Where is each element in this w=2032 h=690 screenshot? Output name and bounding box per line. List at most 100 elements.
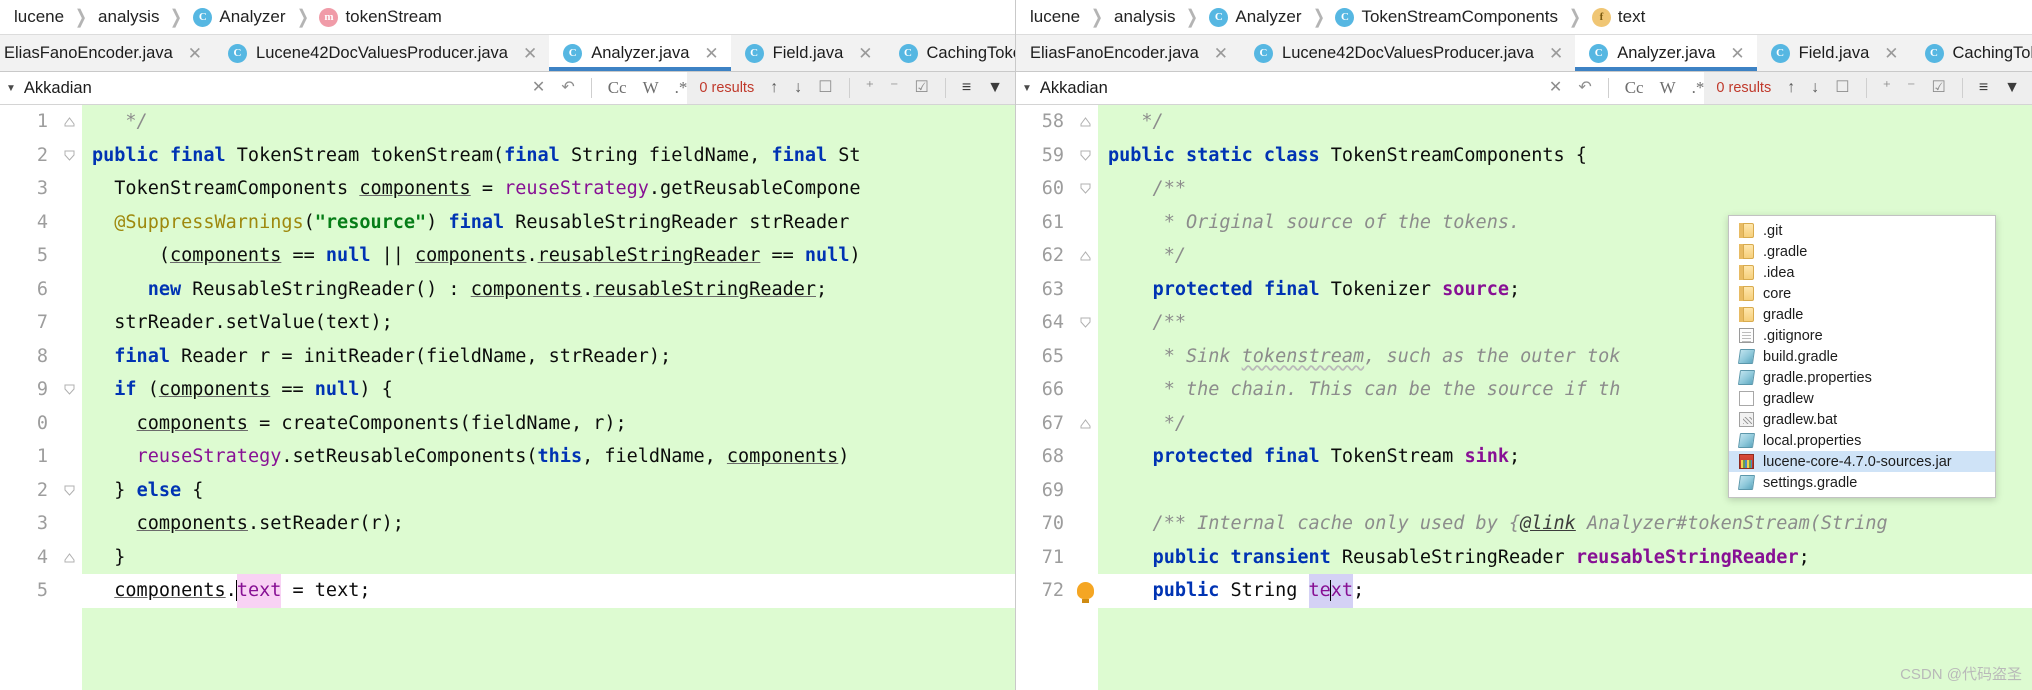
breadcrumb-item-lucene[interactable]: lucene <box>1030 7 1080 27</box>
editor-tab-lucene42docvaluesproducer[interactable]: C Lucene42DocValuesProducer.java ✕ <box>214 35 550 71</box>
code-line[interactable]: public final TokenStream tokenStream(fin… <box>82 139 1015 173</box>
breadcrumb-item-analyzer[interactable]: C Analyzer <box>1209 7 1302 27</box>
check-lines-icon[interactable]: ☑ <box>914 80 928 96</box>
fold-collapse-icon[interactable] <box>1079 316 1092 329</box>
check-lines-icon[interactable]: ☑ <box>1931 80 1945 96</box>
list-item[interactable]: core <box>1729 283 1995 304</box>
close-icon[interactable]: ✕ <box>523 45 537 62</box>
close-icon[interactable]: ✕ <box>1884 45 1898 62</box>
fold-collapse-icon[interactable] <box>63 484 76 497</box>
list-item[interactable]: gradle <box>1729 304 1995 325</box>
sort-lines-icon[interactable]: ≡ <box>1979 80 1988 96</box>
breadcrumb-item-analysis[interactable]: analysis <box>98 7 159 27</box>
search-input[interactable]: Akkadian <box>24 79 92 98</box>
close-icon[interactable]: ✕ <box>1549 45 1563 62</box>
find-input-group[interactable]: ▼ Akkadian <box>1016 72 1108 104</box>
file-list-popup[interactable]: .git .gradle .idea core gradle .gitignor… <box>1728 215 1996 498</box>
list-item[interactable]: settings.gradle <box>1729 472 1995 493</box>
fold-end-icon[interactable] <box>63 551 76 564</box>
breadcrumb-item-lucene[interactable]: lucene <box>14 7 64 27</box>
code-line[interactable]: } else { <box>82 474 1015 508</box>
find-next-icon[interactable]: ↓ <box>1811 80 1819 96</box>
editor-tab-cachingtoke[interactable]: C CachingToke <box>1910 35 2032 71</box>
code-line[interactable]: reuseStrategy .setReusableComponents(this… <box>82 440 1015 474</box>
fold-collapse-icon[interactable] <box>63 383 76 396</box>
sort-lines-icon[interactable]: ≡ <box>962 80 971 96</box>
remove-line-icon[interactable]: ⁻ <box>890 80 898 96</box>
fold-end-icon[interactable] <box>1079 249 1092 262</box>
editor-tab-eliasfanoencoder[interactable]: EliasFanoEncoder.java ✕ <box>1016 35 1241 71</box>
select-all-occurrences-icon[interactable]: ☐ <box>1835 80 1849 96</box>
fold-collapse-icon[interactable] <box>1079 149 1092 162</box>
code-line[interactable]: if (components == null) { <box>82 373 1015 407</box>
fold-collapse-icon[interactable] <box>1079 182 1092 195</box>
list-item[interactable]: .idea <box>1729 262 1995 283</box>
breadcrumb-item-analysis[interactable]: analysis <box>1114 7 1175 27</box>
code-line[interactable]: @SuppressWarnings("resource") final Reus… <box>82 206 1015 240</box>
code-line[interactable]: components = createComponents(fieldName,… <box>82 407 1015 441</box>
code-line[interactable]: (components == null || components. reusab… <box>82 239 1015 273</box>
list-item[interactable]: gradle.properties <box>1729 367 1995 388</box>
close-icon[interactable]: ✕ <box>858 45 872 62</box>
list-item[interactable]: .gitignore <box>1729 325 1995 346</box>
code-line[interactable]: components. text = text; <box>82 574 1015 608</box>
editor-tab-bar[interactable]: EliasFanoEncoder.java ✕ C Lucene42DocVal… <box>0 35 1015 72</box>
code-line[interactable]: strReader.setValue(text); <box>82 306 1015 340</box>
editor-tab-eliasfanoencoder[interactable]: EliasFanoEncoder.java ✕ <box>0 35 215 71</box>
code-content[interactable]: */ public final TokenStream tokenStream(… <box>82 105 1015 690</box>
fold-end-icon[interactable] <box>63 115 76 128</box>
list-item[interactable]: local.properties <box>1729 430 1995 451</box>
code-line[interactable]: /** <box>1098 172 2032 206</box>
editor-tab-analyzer[interactable]: C Analyzer.java ✕ <box>1575 35 1758 71</box>
fold-end-icon[interactable] <box>1079 417 1092 430</box>
close-icon[interactable]: ✕ <box>188 45 202 62</box>
code-line[interactable]: /** Internal cache only used by {@link A… <box>1098 507 2032 541</box>
search-history-icon[interactable]: ↶ <box>561 80 574 96</box>
search-input[interactable]: Akkadian <box>1040 79 1108 98</box>
editor-tab-lucene42docvaluesproducer[interactable]: C Lucene42DocValuesProducer.java ✕ <box>1240 35 1576 71</box>
code-folding-gutter[interactable] <box>1072 105 1098 690</box>
select-all-occurrences-icon[interactable]: ☐ <box>818 80 832 96</box>
code-editor[interactable]: 1 2 3 4 5 6 7 8 9 0 1 2 3 4 5 */ public … <box>0 105 1015 690</box>
list-item[interactable]: .git <box>1729 220 1995 241</box>
match-case-toggle[interactable]: Cc <box>608 78 627 98</box>
match-case-toggle[interactable]: Cc <box>1625 78 1644 98</box>
search-history-icon[interactable]: ↶ <box>1578 80 1591 96</box>
find-previous-icon[interactable]: ↑ <box>1787 80 1795 96</box>
list-item[interactable]: gradlew <box>1729 388 1995 409</box>
filter-icon[interactable]: ▼ <box>987 80 1003 96</box>
code-line[interactable]: */ <box>82 105 1015 139</box>
list-item-selected[interactable]: lucene-core-4.7.0-sources.jar <box>1729 451 1995 472</box>
code-editor[interactable]: 58 59 60 61 62 63 64 65 66 67 68 69 70 7… <box>1016 105 2032 690</box>
code-line[interactable]: new ReusableStringReader() : components.… <box>82 273 1015 307</box>
editor-tab-bar[interactable]: EliasFanoEncoder.java ✕ C Lucene42DocVal… <box>1016 35 2032 72</box>
regex-toggle[interactable]: .* <box>1692 78 1705 98</box>
code-line[interactable]: TokenStreamComponents components = reuse… <box>82 172 1015 206</box>
breadcrumb-item-text[interactable]: f text <box>1591 7 1645 27</box>
code-line[interactable]: public static class TokenStreamComponent… <box>1098 139 2032 173</box>
fold-end-icon[interactable] <box>1079 115 1092 128</box>
find-next-icon[interactable]: ↓ <box>794 80 802 96</box>
clear-search-icon[interactable]: ✕ <box>532 80 545 96</box>
find-input-group[interactable]: ▼ Akkadian <box>0 72 92 104</box>
find-previous-icon[interactable]: ↑ <box>770 80 778 96</box>
breadcrumb-item-analyzer[interactable]: C Analyzer <box>193 7 286 27</box>
code-line[interactable]: } <box>82 541 1015 575</box>
close-icon[interactable]: ✕ <box>1730 45 1744 62</box>
add-line-icon[interactable]: ⁺ <box>1883 80 1891 96</box>
breadcrumb-item-tokenstreamcomponents[interactable]: C TokenStreamComponents <box>1335 7 1558 27</box>
list-item[interactable]: build.gradle <box>1729 346 1995 367</box>
list-item[interactable]: .gradle <box>1729 241 1995 262</box>
close-icon[interactable]: ✕ <box>704 45 718 62</box>
editor-tab-cachingtoke[interactable]: C CachingToke <box>884 35 1015 71</box>
chevron-down-icon[interactable]: ▼ <box>6 83 16 94</box>
close-icon[interactable]: ✕ <box>1214 45 1228 62</box>
add-line-icon[interactable]: ⁺ <box>866 80 874 96</box>
editor-tab-field[interactable]: C Field.java ✕ <box>1756 35 1911 71</box>
code-line[interactable]: final Reader r = initReader(fieldName, s… <box>82 340 1015 374</box>
whole-words-toggle[interactable]: W <box>1660 78 1676 98</box>
remove-line-icon[interactable]: ⁻ <box>1907 80 1915 96</box>
editor-tab-analyzer[interactable]: C Analyzer.java ✕ <box>549 35 732 71</box>
list-item[interactable]: gradlew.bat <box>1729 409 1995 430</box>
filter-icon[interactable]: ▼ <box>2004 80 2020 96</box>
